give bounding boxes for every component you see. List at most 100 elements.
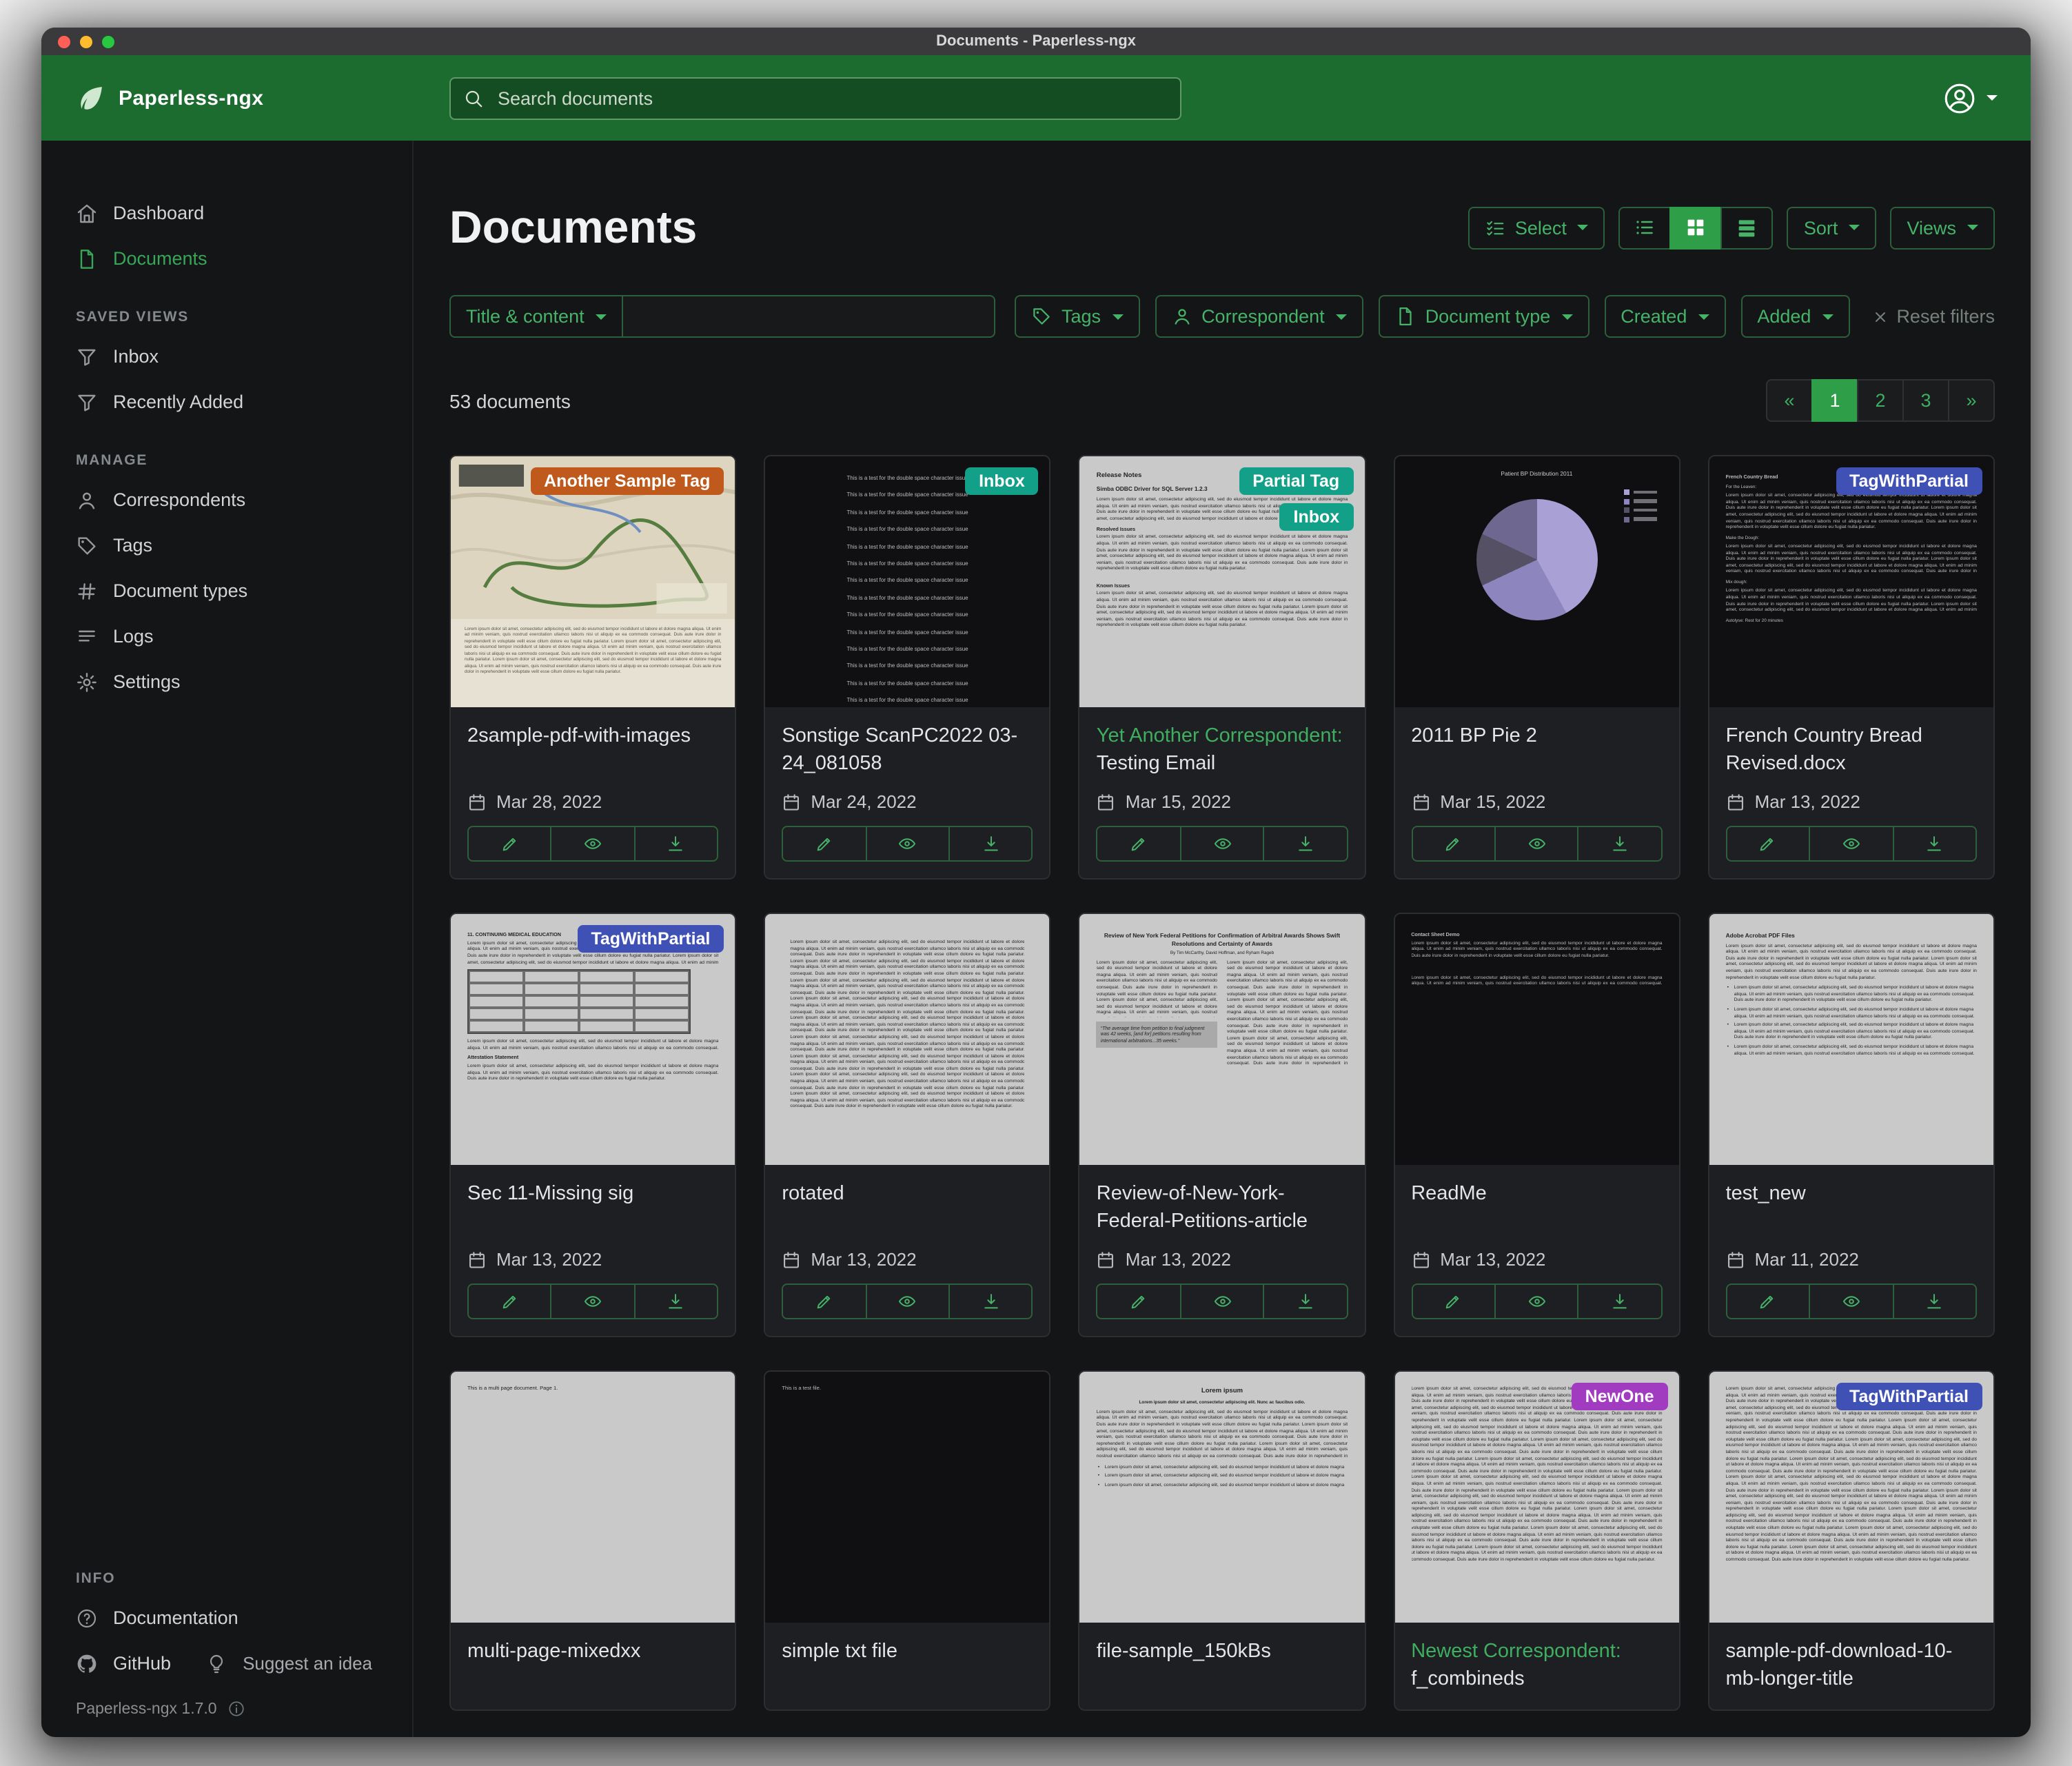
view-document-button[interactable] xyxy=(1494,1283,1579,1319)
search-input[interactable] xyxy=(495,86,1168,110)
edit-document-button[interactable] xyxy=(1411,826,1496,862)
document-thumbnail[interactable]: Contact Sheet DemoLorem ipsum dolor sit … xyxy=(1394,914,1678,1165)
document-title[interactable]: Sec 11-Missing sig xyxy=(467,1180,718,1235)
sidebar-item-inbox[interactable]: Inbox xyxy=(41,334,412,379)
view-document-button[interactable] xyxy=(865,826,950,862)
edit-document-button[interactable] xyxy=(782,1283,866,1319)
view-mode-grid-button[interactable] xyxy=(1670,206,1723,249)
document-title[interactable]: ReadMe xyxy=(1411,1180,1662,1235)
tag-inbox[interactable]: Inbox xyxy=(1280,503,1354,531)
download-document-button[interactable] xyxy=(634,826,719,862)
edit-document-button[interactable] xyxy=(1097,826,1181,862)
tag-newone[interactable]: NewOne xyxy=(1572,1383,1668,1410)
document-thumbnail[interactable]: This is a test for the double space char… xyxy=(765,456,1049,707)
view-document-button[interactable] xyxy=(1494,826,1579,862)
edit-document-button[interactable] xyxy=(1097,1283,1181,1319)
download-document-button[interactable] xyxy=(634,1283,719,1319)
document-thumbnail[interactable]: This is a test file. xyxy=(765,1372,1049,1623)
view-document-button[interactable] xyxy=(865,1283,950,1319)
sidebar-item-dashboard[interactable]: Dashboard xyxy=(41,190,412,236)
sidebar-item-suggest-an-idea[interactable]: Suggest an idea xyxy=(171,1641,372,1686)
edit-document-button[interactable] xyxy=(467,1283,552,1319)
document-thumbnail[interactable]: Lorem ipsum dolor sit amet, consectetur … xyxy=(451,456,735,707)
document-thumbnail[interactable]: Lorem ipsum dolor sit amet, consectetur … xyxy=(765,914,1049,1165)
sidebar-item-tags[interactable]: Tags xyxy=(41,522,412,568)
zoom-window-button[interactable] xyxy=(102,35,114,48)
document-title[interactable]: multi-page-mixedxx xyxy=(467,1638,718,1693)
view-mode-details-button[interactable] xyxy=(1721,206,1774,249)
brand[interactable]: Paperless-ngx xyxy=(77,84,414,112)
download-document-button[interactable] xyxy=(1263,826,1348,862)
pagination-next-button[interactable]: » xyxy=(1948,379,1995,422)
document-title[interactable]: simple txt file xyxy=(782,1638,1033,1693)
view-document-button[interactable] xyxy=(551,826,636,862)
edit-document-button[interactable] xyxy=(1726,1283,1811,1319)
sidebar-item-github[interactable]: GitHub xyxy=(41,1641,171,1686)
download-document-button[interactable] xyxy=(1892,1283,1977,1319)
global-search[interactable] xyxy=(449,77,1181,119)
view-mode-list-button[interactable] xyxy=(1619,206,1672,249)
document-thumbnail[interactable]: Review of New York Federal Petitions for… xyxy=(1080,914,1364,1165)
document-title[interactable]: file-sample_150kBs xyxy=(1097,1638,1348,1693)
edit-document-button[interactable] xyxy=(467,826,552,862)
sidebar-item-settings[interactable]: Settings xyxy=(41,659,412,704)
pagination-page-2[interactable]: 2 xyxy=(1857,379,1904,422)
document-title[interactable]: French Country Bread Revised.docx xyxy=(1726,722,1977,778)
download-document-button[interactable] xyxy=(1578,826,1663,862)
document-thumbnail[interactable]: This is a multi page document. Page 1. xyxy=(451,1372,735,1623)
download-document-button[interactable] xyxy=(1263,1283,1348,1319)
filter-document-type-button[interactable]: Document type xyxy=(1379,295,1589,338)
edit-document-button[interactable] xyxy=(1726,826,1811,862)
close-window-button[interactable] xyxy=(58,35,70,48)
download-document-button[interactable] xyxy=(1578,1283,1663,1319)
edit-document-button[interactable] xyxy=(1411,1283,1496,1319)
pagination-prev-button[interactable]: « xyxy=(1766,379,1813,422)
document-thumbnail[interactable]: Lorem ipsum dolor sit amet, consectetur … xyxy=(1709,1372,1993,1623)
document-title[interactable]: Newest Correspondent: f_combineds xyxy=(1411,1638,1662,1693)
document-title[interactable]: 2011 BP Pie 2 xyxy=(1411,722,1662,778)
document-title[interactable]: rotated xyxy=(782,1180,1033,1235)
pagination-page-1[interactable]: 1 xyxy=(1811,379,1858,422)
document-title[interactable]: test_new xyxy=(1726,1180,1977,1235)
filter-tags-button[interactable]: Tags xyxy=(1015,295,1139,338)
document-title[interactable]: Sonstige ScanPC2022 03-24_081058 xyxy=(782,722,1033,778)
sort-button[interactable]: Sort xyxy=(1787,206,1877,249)
correspondent-link[interactable]: Newest Correspondent: xyxy=(1411,1641,1621,1663)
view-document-button[interactable] xyxy=(1180,1283,1265,1319)
document-thumbnail[interactable]: Adobe Acrobat PDF FilesLorem ipsum dolor… xyxy=(1709,914,1993,1165)
tag-tagwithpartial[interactable]: TagWithPartial xyxy=(577,925,724,953)
document-title[interactable]: sample-pdf-download-10-mb-longer-title xyxy=(1726,1638,1977,1693)
tag-partial-tag[interactable]: Partial Tag xyxy=(1239,467,1353,495)
document-thumbnail[interactable]: Lorem ipsumLorem ipsum dolor sit amet, c… xyxy=(1080,1372,1364,1623)
document-thumbnail[interactable]: Patient BP Distribution 2011 xyxy=(1394,456,1678,707)
filter-correspondent-button[interactable]: Correspondent xyxy=(1155,295,1363,338)
filter-added-button[interactable]: Added xyxy=(1740,295,1849,338)
sidebar-item-logs[interactable]: Logs xyxy=(41,613,412,659)
sidebar-item-recently-added[interactable]: Recently Added xyxy=(41,379,412,425)
minimize-window-button[interactable] xyxy=(80,35,92,48)
correspondent-link[interactable]: Yet Another Correspondent: xyxy=(1097,725,1343,747)
sidebar-item-documentation[interactable]: Documentation xyxy=(41,1595,412,1641)
pagination-page-3[interactable]: 3 xyxy=(1902,379,1949,422)
views-button[interactable]: Views xyxy=(1890,206,1995,249)
tag-inbox[interactable]: Inbox xyxy=(965,467,1039,495)
titlebar[interactable]: Documents - Paperless-ngx xyxy=(41,28,2031,55)
sidebar-item-correspondents[interactable]: Correspondents xyxy=(41,477,412,522)
tag-tagwithpartial[interactable]: TagWithPartial xyxy=(1836,1383,1982,1410)
download-document-button[interactable] xyxy=(948,1283,1033,1319)
title-content-dropdown[interactable]: Title & content xyxy=(449,295,623,338)
tag-tagwithpartial[interactable]: TagWithPartial xyxy=(1836,467,1982,495)
document-title[interactable]: Yet Another Correspondent: Testing Email xyxy=(1097,722,1348,778)
user-menu-button[interactable] xyxy=(1942,81,2031,115)
sidebar-item-document-types[interactable]: Document types xyxy=(41,568,412,613)
document-title[interactable]: 2sample-pdf-with-images xyxy=(467,722,718,778)
view-document-button[interactable] xyxy=(1809,1283,1893,1319)
sidebar-item-documents[interactable]: Documents xyxy=(41,236,412,281)
view-document-button[interactable] xyxy=(1180,826,1265,862)
document-thumbnail[interactable]: French Country BreadFor the Leaven:Lorem… xyxy=(1709,456,1993,707)
document-title[interactable]: Review-of-New-York-Federal-Petitions-art… xyxy=(1097,1180,1348,1235)
tag-another-sample-tag[interactable]: Another Sample Tag xyxy=(530,467,724,495)
document-thumbnail[interactable]: Release NotesSimba ODBC Driver for SQL S… xyxy=(1080,456,1364,707)
download-document-button[interactable] xyxy=(948,826,1033,862)
document-thumbnail[interactable]: Lorem ipsum dolor sit amet, consectetur … xyxy=(1394,1372,1678,1623)
